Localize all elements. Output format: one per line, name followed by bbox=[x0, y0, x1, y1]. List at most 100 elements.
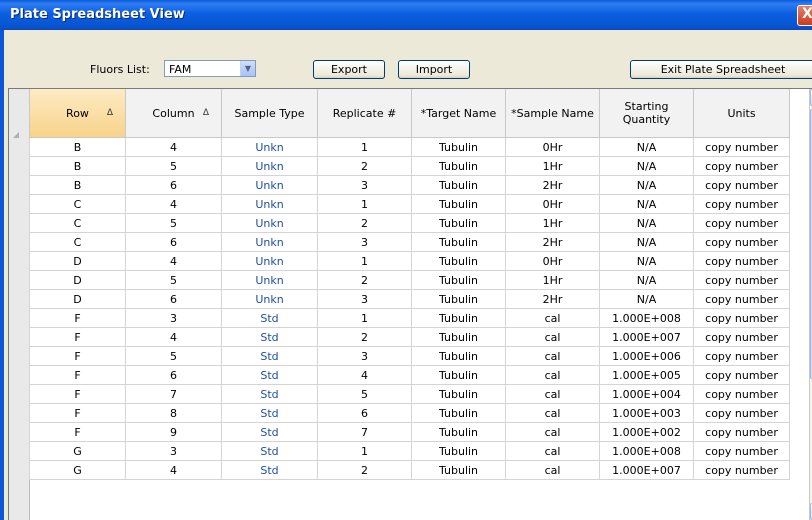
cell-units[interactable]: copy number bbox=[693, 289, 790, 309]
cell-target-name[interactable]: Tubulin bbox=[411, 213, 506, 233]
fluors-list-select[interactable]: FAM ▼ bbox=[164, 60, 256, 77]
cell-sample-name[interactable]: cal bbox=[505, 346, 600, 366]
cell-sample-type[interactable]: Std bbox=[221, 327, 318, 347]
header-target-name[interactable]: *Target Name bbox=[411, 89, 506, 138]
header-replicate[interactable]: Replicate # bbox=[317, 89, 412, 138]
cell-row[interactable]: G bbox=[29, 441, 126, 461]
cell-units[interactable]: copy number bbox=[693, 308, 790, 328]
cell-target-name[interactable]: Tubulin bbox=[411, 156, 506, 176]
cell-column[interactable]: 4 bbox=[125, 251, 222, 271]
chevron-down-icon[interactable]: ▼ bbox=[240, 61, 255, 76]
cell-replicate[interactable]: 3 bbox=[317, 346, 412, 366]
cell-column[interactable]: 5 bbox=[125, 213, 222, 233]
cell-sample-name[interactable]: cal bbox=[505, 327, 600, 347]
cell-target-name[interactable]: Tubulin bbox=[411, 346, 506, 366]
cell-row[interactable]: F bbox=[29, 422, 126, 442]
cell-row[interactable]: C bbox=[29, 213, 126, 233]
cell-target-name[interactable]: Tubulin bbox=[411, 441, 506, 461]
cell-row[interactable]: F bbox=[29, 403, 126, 423]
cell-target-name[interactable]: Tubulin bbox=[411, 365, 506, 385]
cell-target-name[interactable]: Tubulin bbox=[411, 270, 506, 290]
close-button[interactable]: X bbox=[797, 5, 812, 26]
cell-units[interactable]: copy number bbox=[693, 137, 790, 157]
cell-sample-type[interactable]: Std bbox=[221, 346, 318, 366]
exit-plate-spreadsheet-button[interactable]: Exit Plate Spreadsheet bbox=[630, 60, 812, 79]
cell-starting-quantity[interactable]: N/A bbox=[599, 213, 694, 233]
cell-sample-type[interactable]: Unkn bbox=[221, 137, 318, 157]
cell-sample-name[interactable]: 1Hr bbox=[505, 213, 600, 233]
cell-target-name[interactable]: Tubulin bbox=[411, 137, 506, 157]
cell-starting-quantity[interactable]: 1.000E+005 bbox=[599, 365, 694, 385]
cell-column[interactable]: 3 bbox=[125, 308, 222, 328]
cell-units[interactable]: copy number bbox=[693, 156, 790, 176]
cell-replicate[interactable]: 2 bbox=[317, 460, 412, 480]
cell-sample-name[interactable]: 2Hr bbox=[505, 232, 600, 252]
cell-column[interactable]: 4 bbox=[125, 137, 222, 157]
cell-column[interactable]: 5 bbox=[125, 270, 222, 290]
cell-starting-quantity[interactable]: N/A bbox=[599, 270, 694, 290]
header-column[interactable]: Column Δ bbox=[125, 89, 222, 138]
cell-sample-name[interactable]: cal bbox=[505, 422, 600, 442]
cell-column[interactable]: 6 bbox=[125, 175, 222, 195]
cell-units[interactable]: copy number bbox=[693, 327, 790, 347]
cell-target-name[interactable]: Tubulin bbox=[411, 232, 506, 252]
cell-units[interactable]: copy number bbox=[693, 270, 790, 290]
cell-replicate[interactable]: 6 bbox=[317, 403, 412, 423]
cell-column[interactable]: 6 bbox=[125, 289, 222, 309]
cell-target-name[interactable]: Tubulin bbox=[411, 460, 506, 480]
cell-row[interactable]: B bbox=[29, 137, 126, 157]
cell-sample-name[interactable]: 0Hr bbox=[505, 251, 600, 271]
cell-sample-name[interactable]: cal bbox=[505, 441, 600, 461]
import-button[interactable]: Import bbox=[398, 60, 470, 79]
cell-replicate[interactable]: 3 bbox=[317, 289, 412, 309]
cell-replicate[interactable]: 5 bbox=[317, 384, 412, 404]
cell-column[interactable]: 5 bbox=[125, 346, 222, 366]
cell-units[interactable]: copy number bbox=[693, 213, 790, 233]
cell-sample-name[interactable]: 2Hr bbox=[505, 289, 600, 309]
cell-sample-name[interactable]: cal bbox=[505, 365, 600, 385]
cell-sample-type[interactable]: Unkn bbox=[221, 175, 318, 195]
cell-sample-type[interactable]: Std bbox=[221, 384, 318, 404]
cell-starting-quantity[interactable]: 1.000E+004 bbox=[599, 384, 694, 404]
cell-sample-type[interactable]: Unkn bbox=[221, 232, 318, 252]
cell-starting-quantity[interactable]: N/A bbox=[599, 289, 694, 309]
cell-units[interactable]: copy number bbox=[693, 194, 790, 214]
cell-starting-quantity[interactable]: N/A bbox=[599, 232, 694, 252]
cell-column[interactable]: 9 bbox=[125, 422, 222, 442]
cell-sample-type[interactable]: Unkn bbox=[221, 251, 318, 271]
cell-sample-type[interactable]: Unkn bbox=[221, 156, 318, 176]
cell-replicate[interactable]: 1 bbox=[317, 441, 412, 461]
cell-row[interactable]: G bbox=[29, 460, 126, 480]
cell-target-name[interactable]: Tubulin bbox=[411, 308, 506, 328]
header-sample-name[interactable]: *Sample Name bbox=[505, 89, 600, 138]
cell-row[interactable]: B bbox=[29, 175, 126, 195]
cell-row[interactable]: D bbox=[29, 270, 126, 290]
cell-sample-name[interactable]: 1Hr bbox=[505, 270, 600, 290]
cell-target-name[interactable]: Tubulin bbox=[411, 289, 506, 309]
cell-starting-quantity[interactable]: N/A bbox=[599, 194, 694, 214]
cell-column[interactable]: 8 bbox=[125, 403, 222, 423]
cell-starting-quantity[interactable]: N/A bbox=[599, 137, 694, 157]
cell-sample-type[interactable]: Unkn bbox=[221, 194, 318, 214]
cell-sample-name[interactable]: 0Hr bbox=[505, 194, 600, 214]
cell-sample-type[interactable]: Unkn bbox=[221, 270, 318, 290]
cell-sample-type[interactable]: Std bbox=[221, 365, 318, 385]
sort-ascending-icon[interactable]: Δ bbox=[107, 108, 113, 118]
cell-starting-quantity[interactable]: 1.000E+006 bbox=[599, 346, 694, 366]
cell-units[interactable]: copy number bbox=[693, 441, 790, 461]
cell-target-name[interactable]: Tubulin bbox=[411, 194, 506, 214]
cell-target-name[interactable]: Tubulin bbox=[411, 403, 506, 423]
cell-replicate[interactable]: 2 bbox=[317, 270, 412, 290]
cell-row[interactable]: F bbox=[29, 346, 126, 366]
cell-replicate[interactable]: 1 bbox=[317, 194, 412, 214]
cell-target-name[interactable]: Tubulin bbox=[411, 422, 506, 442]
header-row[interactable]: Row Δ bbox=[29, 89, 126, 138]
cell-units[interactable]: copy number bbox=[693, 175, 790, 195]
cell-units[interactable]: copy number bbox=[693, 422, 790, 442]
cell-row[interactable]: C bbox=[29, 194, 126, 214]
cell-target-name[interactable]: Tubulin bbox=[411, 327, 506, 347]
cell-column[interactable]: 6 bbox=[125, 232, 222, 252]
cell-starting-quantity[interactable]: 1.000E+008 bbox=[599, 441, 694, 461]
cell-starting-quantity[interactable]: N/A bbox=[599, 175, 694, 195]
cell-sample-name[interactable]: cal bbox=[505, 403, 600, 423]
